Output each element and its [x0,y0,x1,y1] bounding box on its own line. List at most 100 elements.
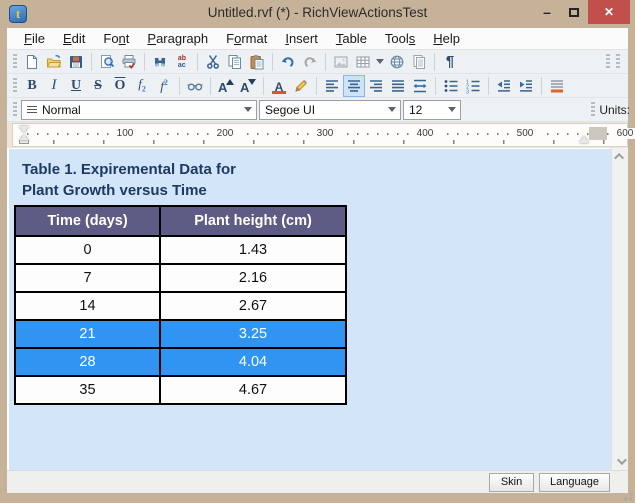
toolbar-grip[interactable] [616,54,620,70]
show-paragraph-marks-button[interactable]: ¶ [439,51,461,73]
style-combobox[interactable]: Normal [21,100,257,120]
shrink-font-button[interactable]: A [237,75,259,97]
print-preview-button[interactable] [96,51,118,73]
vertical-scrollbar[interactable] [611,148,628,470]
cell-time[interactable]: 7 [15,264,160,292]
toolbar-grip[interactable] [606,54,610,70]
hyperlink-button[interactable] [386,51,408,73]
distribute-button[interactable] [409,75,431,97]
toolbar-grip[interactable] [13,78,17,94]
heading-line-2[interactable]: Plant Growth versus Time [22,180,236,201]
toolbar-standard: abac ¶ [7,50,628,74]
menu-paragraph[interactable]: Paragraph [138,29,217,48]
insert-image-button[interactable] [330,51,352,73]
strikethrough-button[interactable]: S [87,75,109,97]
close-button[interactable]: ✕ [588,0,630,24]
bold-button[interactable]: B [21,75,43,97]
language-button[interactable]: Language [539,473,610,492]
cell-time[interactable]: 14 [15,292,160,320]
resize-grip[interactable] [621,489,633,501]
menu-tools[interactable]: Tools [376,29,424,48]
print-button[interactable] [118,51,140,73]
cell-height[interactable]: 4.04 [160,348,346,376]
menu-file[interactable]: File [15,29,54,48]
menu-edit[interactable]: Edit [54,29,94,48]
font-color-button[interactable]: A [268,75,290,97]
align-center-button[interactable] [343,75,365,97]
menu-help[interactable]: Help [424,29,469,48]
cell-time[interactable]: 0 [15,236,160,264]
decrease-indent-button[interactable] [493,75,515,97]
cell-time[interactable]: 21 [15,320,160,348]
subscript-button[interactable]: f2 [131,75,153,97]
cell-height[interactable]: 2.67 [160,292,346,320]
insert-table-button[interactable] [352,51,374,73]
table-row-selected[interactable]: 21 3.25 [15,320,346,348]
toolbar-grip[interactable] [591,102,595,118]
scroll-down-button[interactable] [612,453,629,470]
redo-button[interactable] [299,51,321,73]
replace-button[interactable]: abac [171,51,193,73]
table-row-selected[interactable]: 28 4.04 [15,348,346,376]
grow-font-button[interactable]: A [215,75,237,97]
paste-button[interactable] [246,51,268,73]
minimize-button[interactable]: – [534,0,560,24]
open-button[interactable] [43,51,65,73]
table-row[interactable]: 35 4.67 [15,376,346,404]
skin-button[interactable]: Skin [489,473,534,492]
document-heading[interactable]: Table 1. Expiremental Data for Plant Gro… [22,159,236,201]
table-header-height[interactable]: Plant height (cm) [160,206,346,236]
cell-height[interactable]: 2.16 [160,264,346,292]
cell-time[interactable]: 35 [15,376,160,404]
new-document-button[interactable] [21,51,43,73]
bullet-list-button[interactable] [440,75,462,97]
table-header-time[interactable]: Time (days) [15,206,160,236]
menu-font[interactable]: Font [94,29,138,48]
right-indent-marker[interactable] [579,136,589,143]
highlight-button[interactable] [290,75,312,97]
copy-button[interactable] [224,51,246,73]
find-button[interactable] [149,51,171,73]
toolbar-grip[interactable] [13,102,17,118]
save-icon [68,54,84,70]
font-size-combobox[interactable]: 12 [403,100,461,120]
redo-icon [302,54,318,70]
superscript-button[interactable]: f2 [153,75,175,97]
replace-icon: abac [178,55,186,69]
menu-format[interactable]: Format [217,29,276,48]
paragraph-color-button[interactable] [546,75,568,97]
underline-button[interactable]: U [65,75,87,97]
cell-height[interactable]: 1.43 [160,236,346,264]
scroll-up-button[interactable] [612,148,629,165]
document-area[interactable]: Table 1. Expiremental Data for Plant Gro… [7,148,611,470]
copy-document-button[interactable] [408,51,430,73]
numbered-list-button[interactable]: 123 [462,75,484,97]
left-indent-marker[interactable] [19,135,29,144]
data-table[interactable]: Time (days) Plant height (cm) 0 1.43 7 2… [14,205,347,405]
cell-height[interactable]: 3.25 [160,320,346,348]
menu-table[interactable]: Table [327,29,376,48]
menu-insert[interactable]: Insert [276,29,327,48]
first-line-indent-marker[interactable] [19,126,29,133]
font-combobox[interactable]: Segoe UI [259,100,401,120]
maximize-button[interactable] [561,0,587,24]
table-row[interactable]: 14 2.67 [15,292,346,320]
cell-height[interactable]: 4.67 [160,376,346,404]
cut-button[interactable] [202,51,224,73]
justify-button[interactable] [387,75,409,97]
align-left-button[interactable] [321,75,343,97]
insert-table-dropdown[interactable] [374,51,386,73]
toolbar-grip[interactable] [13,54,17,70]
align-right-button[interactable] [365,75,387,97]
bullet-list-icon [443,78,459,94]
heading-line-1[interactable]: Table 1. Expiremental Data for [22,159,236,180]
overline-button[interactable]: O [109,75,131,97]
undo-button[interactable] [277,51,299,73]
save-button[interactable] [65,51,87,73]
cell-time[interactable]: 28 [15,348,160,376]
increase-indent-button[interactable] [515,75,537,97]
table-row[interactable]: 0 1.43 [15,236,346,264]
text-visibility-button[interactable] [184,75,206,97]
table-row[interactable]: 7 2.16 [15,264,346,292]
italic-button[interactable]: I [43,75,65,97]
